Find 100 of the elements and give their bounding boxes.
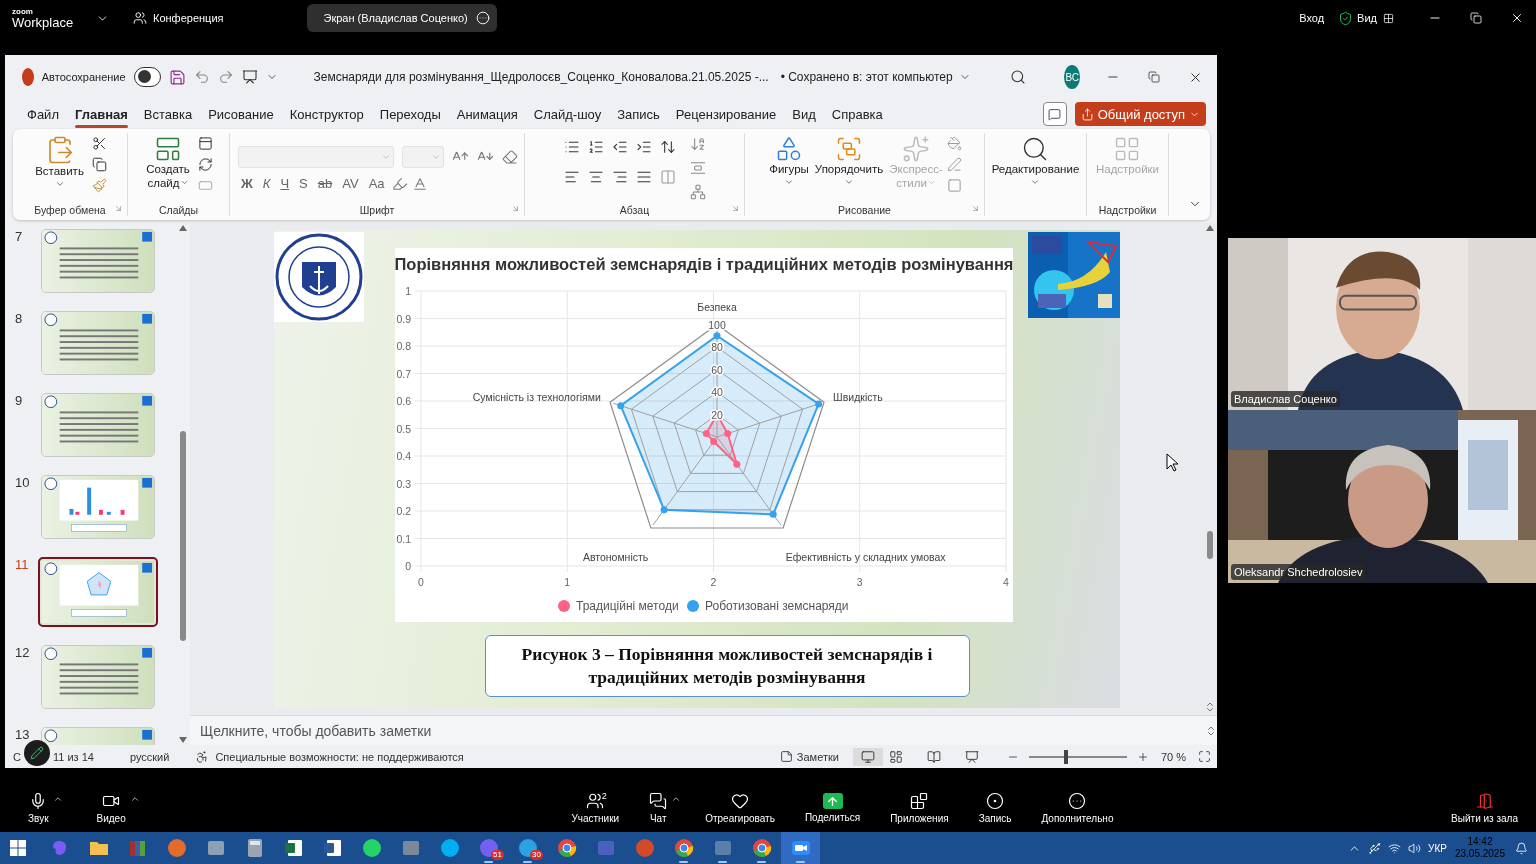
fill-icon[interactable] bbox=[946, 136, 962, 152]
restore-icon[interactable] bbox=[1470, 12, 1482, 24]
text-direction-icon[interactable] bbox=[689, 136, 706, 153]
toolbar-button[interactable]: Приложения bbox=[882, 792, 957, 824]
accessibility-icon[interactable] bbox=[195, 749, 210, 764]
highlighter-icon[interactable] bbox=[391, 175, 408, 192]
shield-check-icon[interactable] bbox=[1338, 10, 1354, 26]
reading-view-icon[interactable] bbox=[926, 749, 941, 764]
scrollbar-thumb[interactable] bbox=[1207, 531, 1213, 560]
autosave-toggle[interactable] bbox=[133, 67, 161, 88]
scroll-up-icon[interactable] bbox=[1206, 225, 1214, 232]
network-icon[interactable] bbox=[1388, 841, 1402, 855]
ribbon-tab[interactable]: Вставка bbox=[135, 102, 201, 126]
font-format-button[interactable]: К bbox=[259, 176, 274, 192]
scroll-up-icon[interactable] bbox=[179, 225, 187, 232]
slideshow-icon[interactable] bbox=[964, 749, 979, 764]
font-color-icon[interactable] bbox=[411, 175, 428, 192]
ribbon-tab[interactable]: Запись bbox=[609, 102, 668, 126]
numbering-icon[interactable] bbox=[587, 139, 604, 156]
zoom-slider-thumb[interactable] bbox=[1064, 749, 1069, 764]
toolbar-button[interactable]: Чат bbox=[641, 792, 684, 824]
close-icon[interactable] bbox=[1510, 11, 1524, 25]
comments-button[interactable] bbox=[1042, 102, 1067, 127]
zoom-in-icon[interactable] bbox=[1136, 750, 1149, 763]
toolbar-button[interactable]: 2 Участники bbox=[563, 792, 628, 824]
ribbon-tab[interactable]: Анимация bbox=[448, 102, 526, 126]
font-format-button[interactable]: Aa bbox=[365, 176, 388, 192]
usb-icon[interactable] bbox=[1368, 841, 1382, 855]
fit-slide-icon[interactable] bbox=[1198, 750, 1211, 764]
ribbon-tab[interactable]: Главная bbox=[66, 102, 136, 126]
more-icon[interactable] bbox=[475, 11, 490, 25]
accessibility-status[interactable]: Специальные возможности: не поддерживаются bbox=[215, 750, 464, 763]
meeting-menu[interactable]: Конференция bbox=[129, 7, 228, 29]
shapes-button[interactable]: Фигуры bbox=[767, 133, 811, 189]
presentation-icon[interactable] bbox=[241, 69, 258, 86]
caret-icon[interactable] bbox=[129, 794, 140, 804]
font-format-button[interactable]: AV bbox=[339, 176, 362, 192]
save-status[interactable]: • Сохранено в: этот компьютер bbox=[776, 66, 975, 89]
eraser-icon[interactable] bbox=[502, 148, 518, 165]
toolbar-button[interactable]: Запись bbox=[970, 792, 1020, 824]
layout-icon[interactable] bbox=[197, 136, 213, 152]
font-name-field[interactable] bbox=[238, 145, 394, 168]
notes-button[interactable]: Заметки bbox=[771, 748, 847, 766]
ribbon-tab[interactable]: Вид bbox=[784, 102, 824, 126]
ribbon-tab[interactable]: Рецензирование bbox=[667, 102, 785, 126]
ribbon-tab[interactable]: Конструктор bbox=[281, 102, 372, 126]
toolbar-button[interactable]: Поделиться bbox=[796, 793, 869, 823]
toolbar-button[interactable]: Отреагировать bbox=[697, 792, 783, 824]
undo-icon[interactable] bbox=[193, 69, 210, 86]
toolbar-button[interactable]: Звук bbox=[20, 792, 65, 824]
new-slide-button[interactable]: Создать слайд bbox=[144, 133, 192, 193]
line-spacing-icon[interactable] bbox=[659, 139, 676, 156]
toolbar-button[interactable]: Видео bbox=[88, 792, 142, 824]
toolbar-button[interactable]: Выйти из зала bbox=[1443, 792, 1526, 824]
scroll-down-icon[interactable] bbox=[179, 737, 187, 744]
copy-icon[interactable] bbox=[91, 157, 107, 173]
font-format-button[interactable]: S bbox=[296, 176, 311, 192]
annotate-button[interactable] bbox=[24, 740, 50, 766]
redo-icon[interactable] bbox=[217, 69, 234, 86]
restore-icon[interactable] bbox=[1148, 71, 1160, 84]
taskbar-app[interactable]: 51 bbox=[469, 832, 508, 864]
scrollbar-thumb[interactable] bbox=[180, 431, 186, 642]
save-icon[interactable] bbox=[168, 68, 186, 86]
normal-view-button[interactable] bbox=[852, 747, 883, 766]
reset-icon[interactable] bbox=[197, 157, 213, 173]
input-language[interactable]: УКР bbox=[1428, 842, 1447, 854]
ribbon-tab[interactable]: Справка bbox=[823, 102, 891, 126]
notification-icon[interactable] bbox=[1515, 841, 1528, 855]
ribbon-tab[interactable]: Файл bbox=[19, 102, 67, 126]
slide-thumbnail[interactable] bbox=[38, 557, 158, 628]
paste-button[interactable]: Вставить bbox=[33, 133, 86, 191]
speaker-icon[interactable] bbox=[1408, 841, 1422, 855]
ribbon-tab[interactable]: Рисование bbox=[200, 102, 282, 126]
user-avatar[interactable]: ВС bbox=[1064, 65, 1080, 90]
font-format-button[interactable]: Ж bbox=[238, 176, 256, 192]
scissors-icon[interactable] bbox=[91, 136, 107, 152]
sorter-view-icon[interactable] bbox=[888, 749, 903, 764]
ribbon-tab[interactable]: Переходы bbox=[371, 102, 449, 126]
screen-share-pill[interactable]: Экран (Владислав Соценко) bbox=[307, 4, 498, 32]
zoom-percent[interactable]: 70 % bbox=[1160, 750, 1186, 763]
caret-icon[interactable] bbox=[671, 794, 682, 804]
slide-navigation-icon[interactable] bbox=[1204, 701, 1216, 714]
scroll-icon[interactable] bbox=[1205, 724, 1217, 737]
taskbar-app[interactable] bbox=[781, 832, 820, 864]
ribbon-tab[interactable]: Слайд-шоу bbox=[525, 102, 610, 126]
toolbar-button[interactable]: Дополнительно bbox=[1033, 792, 1122, 824]
view-button[interactable]: Вид bbox=[1353, 8, 1398, 28]
notes-placeholder[interactable]: Щелкните, чтобы добавить заметки bbox=[200, 722, 432, 739]
language-label[interactable]: русский bbox=[129, 750, 170, 763]
search-icon[interactable] bbox=[1010, 69, 1027, 86]
share-button[interactable]: Общий доступ bbox=[1074, 102, 1206, 127]
sign-in-button[interactable]: Вход bbox=[1295, 8, 1329, 28]
font-format-button[interactable]: Ч bbox=[277, 176, 293, 192]
taskbar-app[interactable]: 30 bbox=[508, 832, 547, 864]
caret-icon[interactable] bbox=[52, 794, 63, 804]
diagram-icon[interactable] bbox=[689, 184, 706, 201]
start-icon[interactable] bbox=[10, 840, 26, 856]
font-format-button[interactable]: ab bbox=[314, 176, 336, 192]
font-size-field[interactable] bbox=[402, 145, 444, 168]
editing-button[interactable]: Редактирование bbox=[989, 133, 1082, 189]
